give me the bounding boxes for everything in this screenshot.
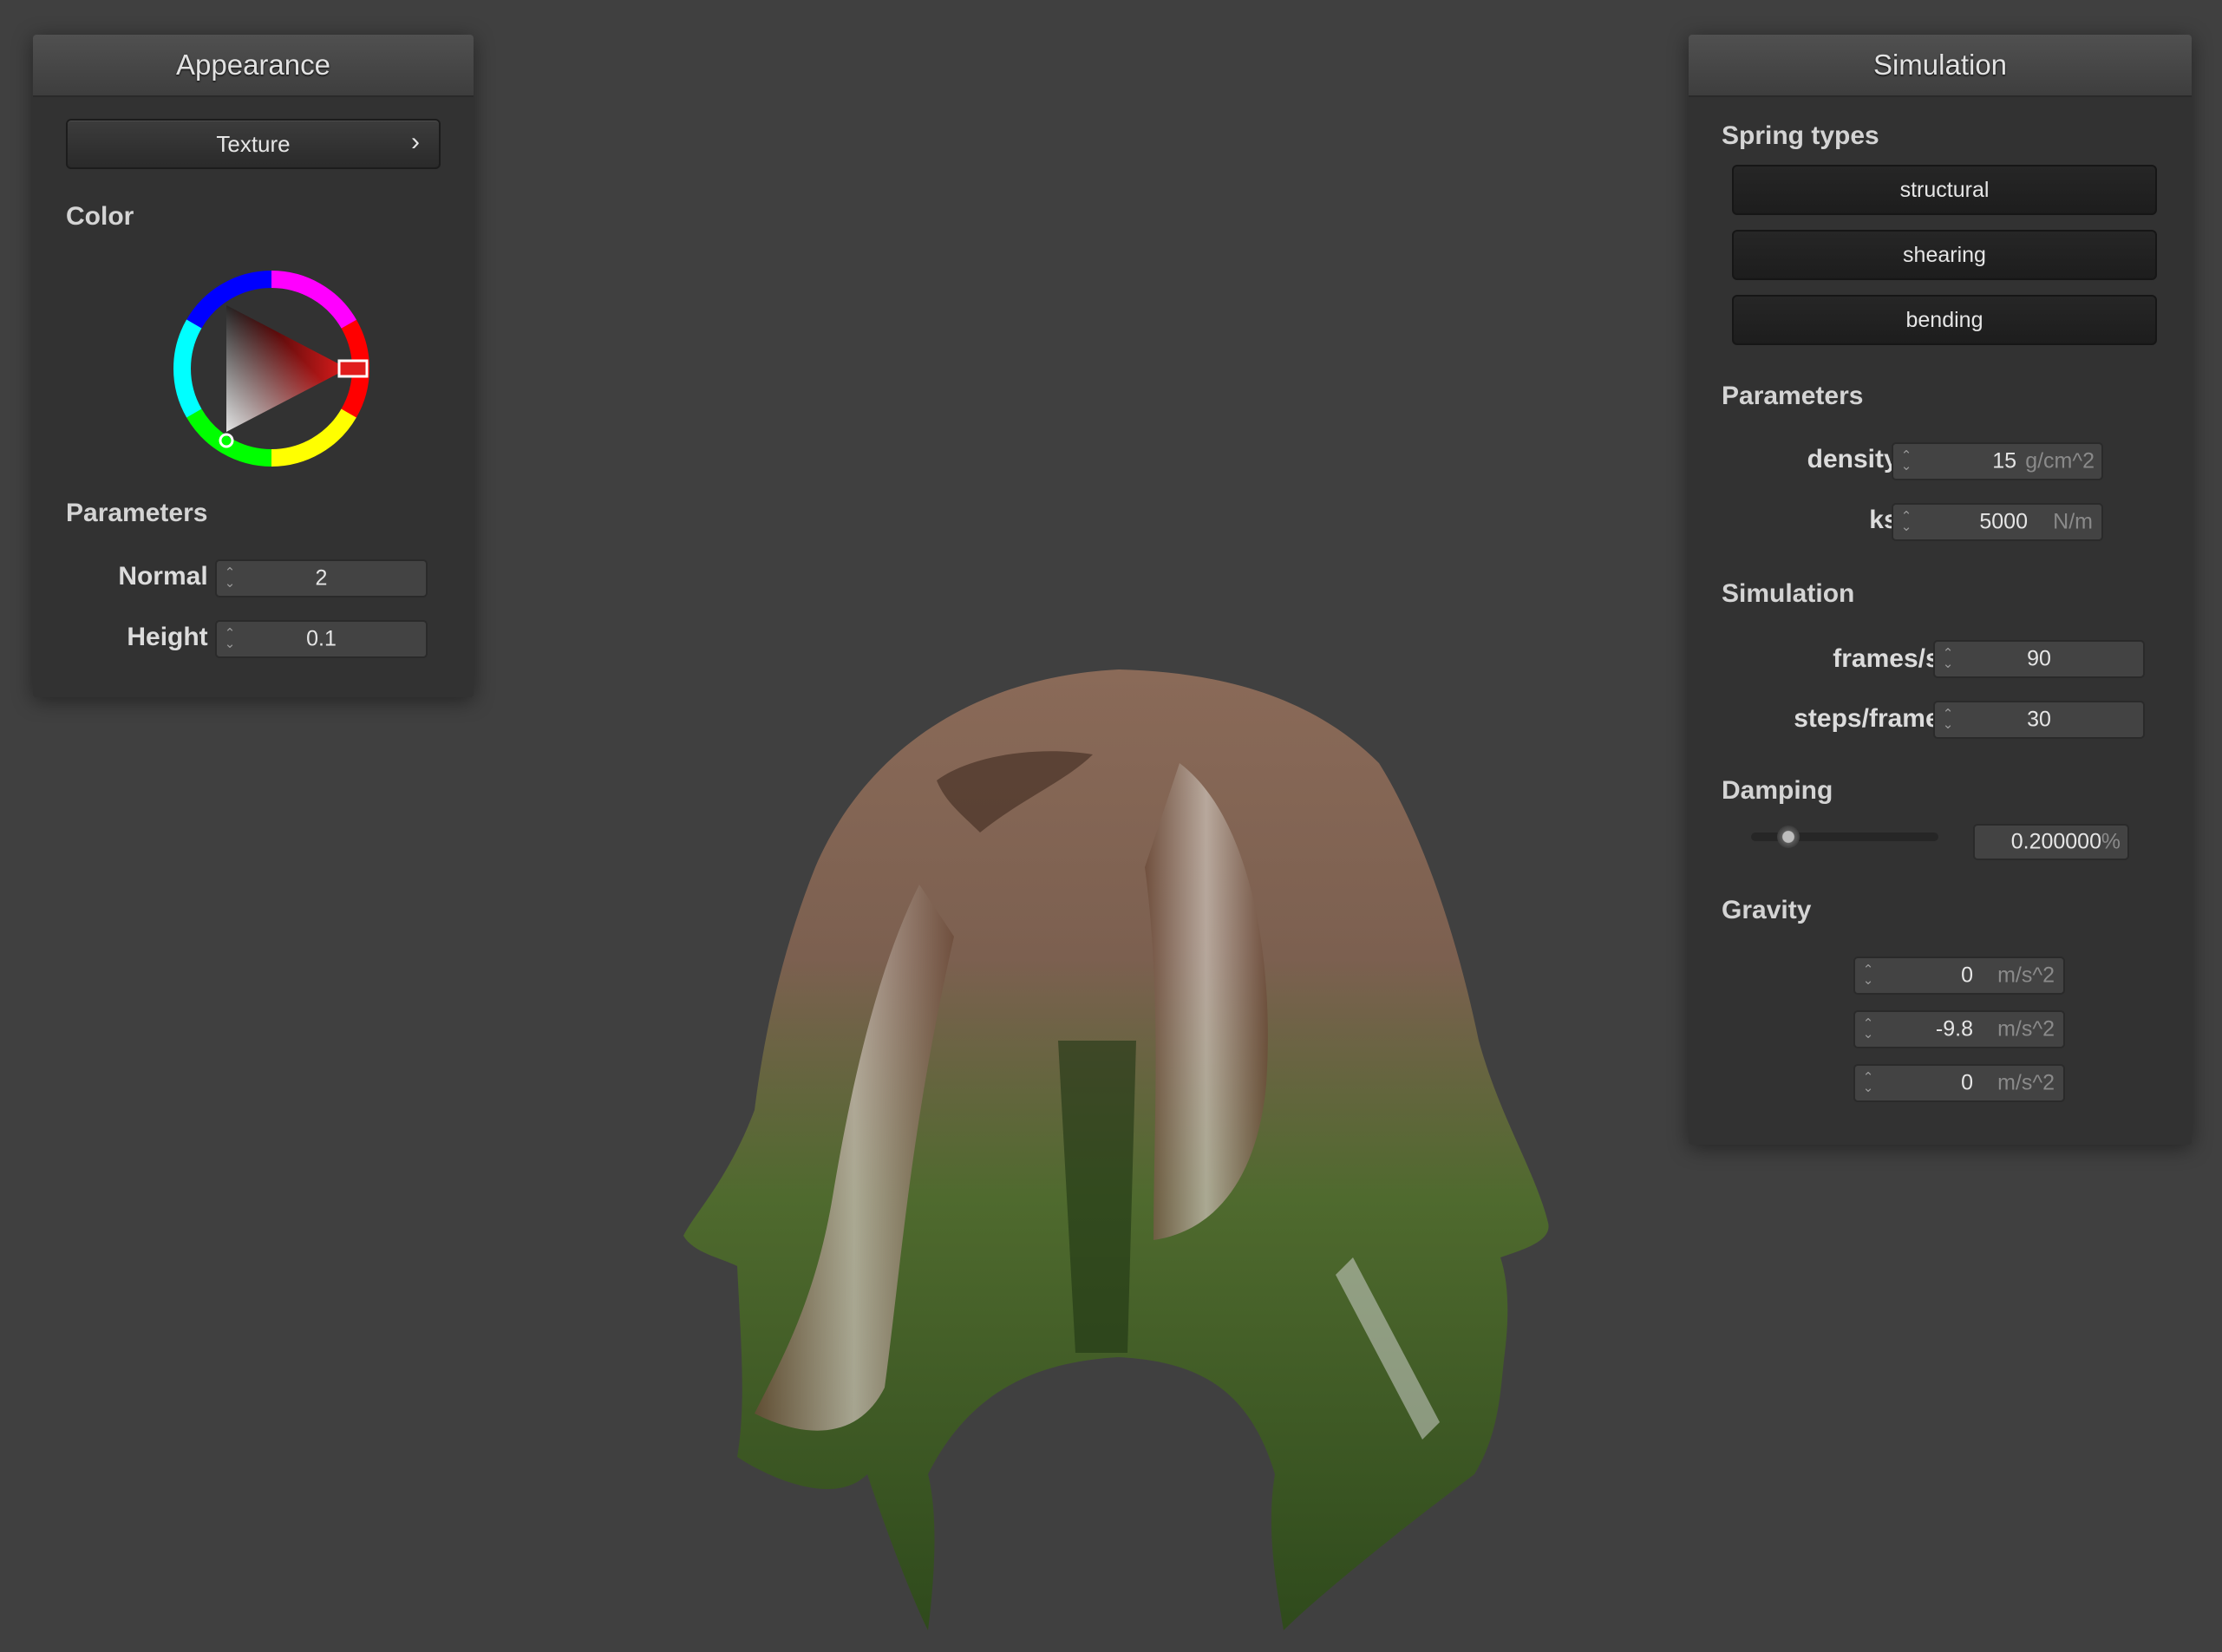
damping-label: Damping xyxy=(1722,776,1833,805)
shearing-spring-button[interactable]: shearing xyxy=(1732,230,2157,280)
density-label: density : xyxy=(1807,445,1914,473)
ks-input[interactable]: ⌃ ⌄ 5000 N/m xyxy=(1892,503,2103,541)
gravity-z-value: 0 xyxy=(1961,1070,1973,1095)
gravity-y-input[interactable]: ⌃ ⌄ -9.8 m/s^2 xyxy=(1853,1010,2065,1048)
texture-button-label: Texture xyxy=(216,131,291,157)
density-unit: g/cm^2 xyxy=(2025,448,2095,473)
spinner-icon[interactable]: ⌃ ⌄ xyxy=(1900,449,1912,473)
fps-label: frames/s : xyxy=(1833,644,1956,673)
ks-label: ks : xyxy=(1869,506,1914,534)
color-wheel[interactable] xyxy=(159,256,384,481)
simulation-section-label: Simulation xyxy=(1722,579,1855,608)
density-value: 15 xyxy=(1992,448,2016,473)
ks-value: 5000 xyxy=(1979,509,2028,534)
color-section-label: Color xyxy=(66,202,134,231)
steps-input[interactable]: ⌃ ⌄ 30 xyxy=(1933,701,2145,739)
normal-value: 2 xyxy=(315,565,328,591)
height-label: Height : xyxy=(127,623,224,651)
spinner-icon[interactable]: ⌃ ⌄ xyxy=(1862,1017,1874,1041)
simulation-parameters-label: Parameters xyxy=(1722,382,1864,410)
height-input[interactable]: ⌃ ⌄ 0.1 xyxy=(215,620,428,658)
chevron-right-icon: › xyxy=(411,127,420,156)
spinner-icon[interactable]: ⌃ ⌄ xyxy=(1900,510,1912,533)
fps-value: 90 xyxy=(2027,646,2051,671)
simulation-panel-title: Simulation xyxy=(1689,35,2192,97)
gravity-z-input[interactable]: ⌃ ⌄ 0 m/s^2 xyxy=(1853,1064,2065,1102)
spinner-icon[interactable]: ⌃ ⌄ xyxy=(1862,963,1874,987)
damping-slider[interactable] xyxy=(1751,826,1938,848)
gravity-x-input[interactable]: ⌃ ⌄ 0 m/s^2 xyxy=(1853,957,2065,995)
gravity-x-unit: m/s^2 xyxy=(1997,963,2055,988)
damping-unit: % xyxy=(2101,829,2121,854)
normal-label: Normal : xyxy=(118,562,224,591)
gravity-label: Gravity xyxy=(1722,896,1812,924)
texture-button[interactable]: Texture › xyxy=(66,119,441,169)
normal-input[interactable]: ⌃ ⌄ 2 xyxy=(215,559,428,597)
simulation-panel: Simulation Spring types structural shear… xyxy=(1689,35,2192,1145)
gravity-z-unit: m/s^2 xyxy=(1997,1070,2055,1095)
height-value: 0.1 xyxy=(306,626,337,651)
hue-selector-handle[interactable] xyxy=(337,359,369,378)
damping-slider-handle[interactable] xyxy=(1777,826,1800,848)
ks-unit: N/m xyxy=(2053,509,2093,534)
fps-input[interactable]: ⌃ ⌄ 90 xyxy=(1933,640,2145,678)
steps-label: steps/frame : xyxy=(1794,704,1956,733)
appearance-parameters-label: Parameters xyxy=(66,499,208,527)
structural-spring-button[interactable]: structural xyxy=(1732,165,2157,215)
bending-spring-button[interactable]: bending xyxy=(1732,295,2157,345)
spring-types-label: Spring types xyxy=(1722,121,1879,150)
gravity-y-value: -9.8 xyxy=(1935,1016,1973,1041)
density-input[interactable]: ⌃ ⌄ 15 g/cm^2 xyxy=(1892,442,2103,480)
gravity-y-unit: m/s^2 xyxy=(1997,1016,2055,1041)
appearance-panel: Appearance Texture › Color Parameters No… xyxy=(33,35,474,697)
cloth-mesh xyxy=(683,669,1549,1630)
damping-value: 0.200000 xyxy=(2010,829,2101,854)
appearance-panel-title: Appearance xyxy=(33,35,474,97)
damping-input[interactable]: 0.200000 % xyxy=(1973,824,2129,860)
spinner-icon[interactable]: ⌃ ⌄ xyxy=(1862,1071,1874,1094)
steps-value: 30 xyxy=(2027,707,2051,732)
gravity-x-value: 0 xyxy=(1961,963,1973,988)
saturation-value-triangle[interactable] xyxy=(226,305,348,432)
